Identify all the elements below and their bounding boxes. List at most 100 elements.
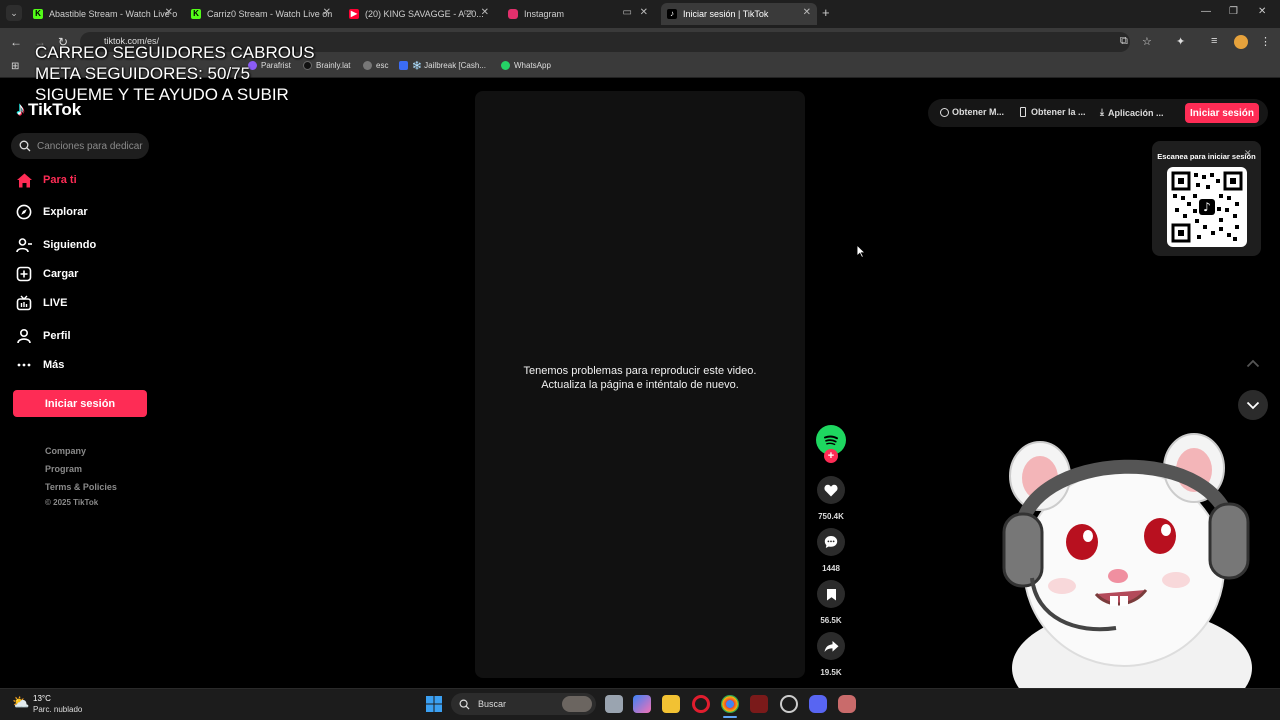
share-button[interactable] [817, 632, 845, 660]
tab-close-icon[interactable]: ✕ [481, 7, 489, 18]
bookmark-whatsapp[interactable]: WhatsApp [501, 61, 551, 70]
save-count: 56.5K [820, 616, 842, 625]
install-app-icon[interactable]: ⧉ [1120, 35, 1128, 48]
like-count: 750.4K [818, 512, 844, 521]
taskbar-search[interactable]: Buscar [451, 693, 596, 715]
hamster-mascot-illustration [1002, 433, 1252, 688]
roblox-icon [399, 61, 408, 70]
download-icon: ⤓ [1100, 107, 1104, 117]
get-app-button[interactable]: Obtener la ... [1020, 107, 1086, 117]
tiktok-icon: ♪ [667, 9, 677, 19]
opera-icon[interactable] [692, 695, 710, 713]
footer-terms-link[interactable]: Terms & Policies [45, 482, 117, 492]
kick-icon: K [191, 9, 201, 19]
tab-close-icon[interactable]: ✕ [165, 7, 173, 18]
footer-program-link[interactable]: Program [45, 464, 82, 474]
browser-menu-icon[interactable]: ⋮ [1260, 35, 1271, 48]
follow-plus-icon[interactable]: + [824, 449, 838, 463]
header-login-button[interactable]: Iniciar sesión [1185, 103, 1259, 123]
instagram-icon [508, 9, 518, 19]
tab-carriz0[interactable]: K Carriz0 Stream - Watch Live on ✕ [185, 3, 337, 25]
like-button[interactable] [817, 476, 845, 504]
restore-icon[interactable]: ❐ [1229, 6, 1238, 17]
task-view-icon[interactable] [605, 695, 623, 713]
footer-company-link[interactable]: Company [45, 446, 86, 456]
profile-avatar-icon[interactable] [1234, 35, 1248, 49]
live-icon [15, 294, 33, 312]
comment-icon [824, 536, 838, 548]
nav-para-ti[interactable]: Para ti [15, 171, 77, 189]
apps-grid-icon[interactable]: ⊞ [11, 61, 19, 72]
tab-close-icon[interactable]: ✕ [803, 7, 811, 18]
stream-overlay-text: CARREO SEGUIDORES CABROUS META SEGUIDORE… [35, 42, 315, 105]
share-arrow-icon [824, 640, 838, 652]
qr-close-icon[interactable]: ✕ [1244, 148, 1252, 159]
new-tab-icon[interactable]: + [822, 5, 830, 20]
search-icon [19, 140, 31, 152]
nav-explorar[interactable]: Explorar [15, 203, 88, 221]
overlay-line-3: SIGUEME Y TE AYUDO A SUBIR [35, 85, 289, 104]
copilot-icon[interactable] [633, 695, 651, 713]
weather-cloud-icon: ⛅ [12, 694, 30, 710]
nav-mas[interactable]: Más [15, 356, 64, 374]
bookmark-star-icon[interactable]: ☆ [1142, 35, 1152, 48]
sidebar-login-button[interactable]: Iniciar sesión [13, 390, 147, 417]
windows-start-icon[interactable] [425, 695, 443, 713]
extensions-icon[interactable]: ✦ [1176, 35, 1185, 48]
steam-icon[interactable] [780, 695, 798, 713]
nav-label: Cargar [43, 268, 79, 280]
mouse-cursor-icon [856, 244, 866, 258]
discord-icon[interactable] [809, 695, 827, 713]
chrome-icon[interactable] [721, 695, 739, 713]
prev-video-button[interactable] [1238, 348, 1268, 378]
nav-live[interactable]: LIVE [15, 294, 67, 312]
tab-title: Instagram [524, 9, 565, 19]
weather-condition[interactable]: Parc. nublado [33, 705, 82, 714]
share-action[interactable]: 19.5K [817, 632, 845, 677]
like-action[interactable]: 750.4K [817, 476, 845, 521]
active-app-indicator [723, 716, 737, 718]
nav-cargar[interactable]: Cargar [15, 265, 78, 283]
file-explorer-icon[interactable] [662, 695, 680, 713]
search-input[interactable] [37, 140, 145, 152]
whatsapp-icon [501, 61, 510, 70]
more-icon [15, 356, 33, 374]
window-close-icon[interactable]: ✕ [1258, 6, 1266, 17]
back-icon[interactable]: ← [10, 35, 22, 49]
tab-search-chevron-icon[interactable]: ⌄ [6, 5, 22, 21]
tab-close-icon[interactable]: ✕ [640, 7, 648, 18]
nav-label: Para ti [43, 174, 77, 186]
tab-youtube[interactable]: ▶ (20) KING SAVAGGE - A 20... ▭ ✕ [343, 3, 495, 25]
save-button[interactable] [817, 580, 845, 608]
tab-close-icon[interactable]: ✕ [323, 7, 331, 18]
tab-tiktok[interactable]: ♪ Iniciar sesión | TikTok ✕ [661, 3, 817, 25]
bookmark-label: ❄️ Jailbreak [Cash... [412, 61, 486, 70]
get-coins-button[interactable]: Obtener M... [940, 107, 1004, 117]
tab-abastible[interactable]: K Abastible Stream - Watch Live o ✕ [27, 3, 179, 25]
bookmark-label: WhatsApp [514, 61, 551, 70]
chevron-down-icon [1246, 401, 1260, 409]
media-control-icon[interactable]: ≡ [1211, 35, 1217, 47]
bookmark-jailbreak[interactable]: ❄️ Jailbreak [Cash... [399, 61, 486, 70]
obs-icon[interactable] [838, 695, 856, 713]
bookmark-esc[interactable]: esc [363, 61, 388, 70]
valorant-icon[interactable] [750, 695, 768, 713]
tab-instagram[interactable]: Instagram ▭ ✕ [502, 3, 654, 25]
overlay-line-2: META SEGUIDORES: 50/75 [35, 64, 251, 83]
weather-temperature[interactable]: 13°C [33, 694, 51, 703]
tab-title: Iniciar sesión | TikTok [683, 9, 769, 19]
nav-perfil[interactable]: Perfil [15, 327, 71, 345]
comment-count: 1448 [822, 564, 840, 573]
desktop-app-button[interactable]: ⤓ Aplicación ... [1100, 107, 1164, 118]
comment-button[interactable] [817, 528, 845, 556]
nav-siguiendo[interactable]: Siguiendo [15, 236, 96, 254]
comment-action[interactable]: 1448 [817, 528, 845, 573]
next-video-button[interactable] [1238, 390, 1268, 420]
video-player[interactable]: Tenemos problemas para reproducir este v… [475, 91, 805, 678]
search-box[interactable] [11, 133, 149, 159]
globe-icon [363, 61, 372, 70]
tiktok-note-icon: ♪ [16, 99, 25, 119]
save-action[interactable]: 56.5K [817, 580, 845, 625]
svg-text:♪: ♪ [1203, 200, 1211, 214]
minimize-icon[interactable]: — [1201, 6, 1211, 17]
